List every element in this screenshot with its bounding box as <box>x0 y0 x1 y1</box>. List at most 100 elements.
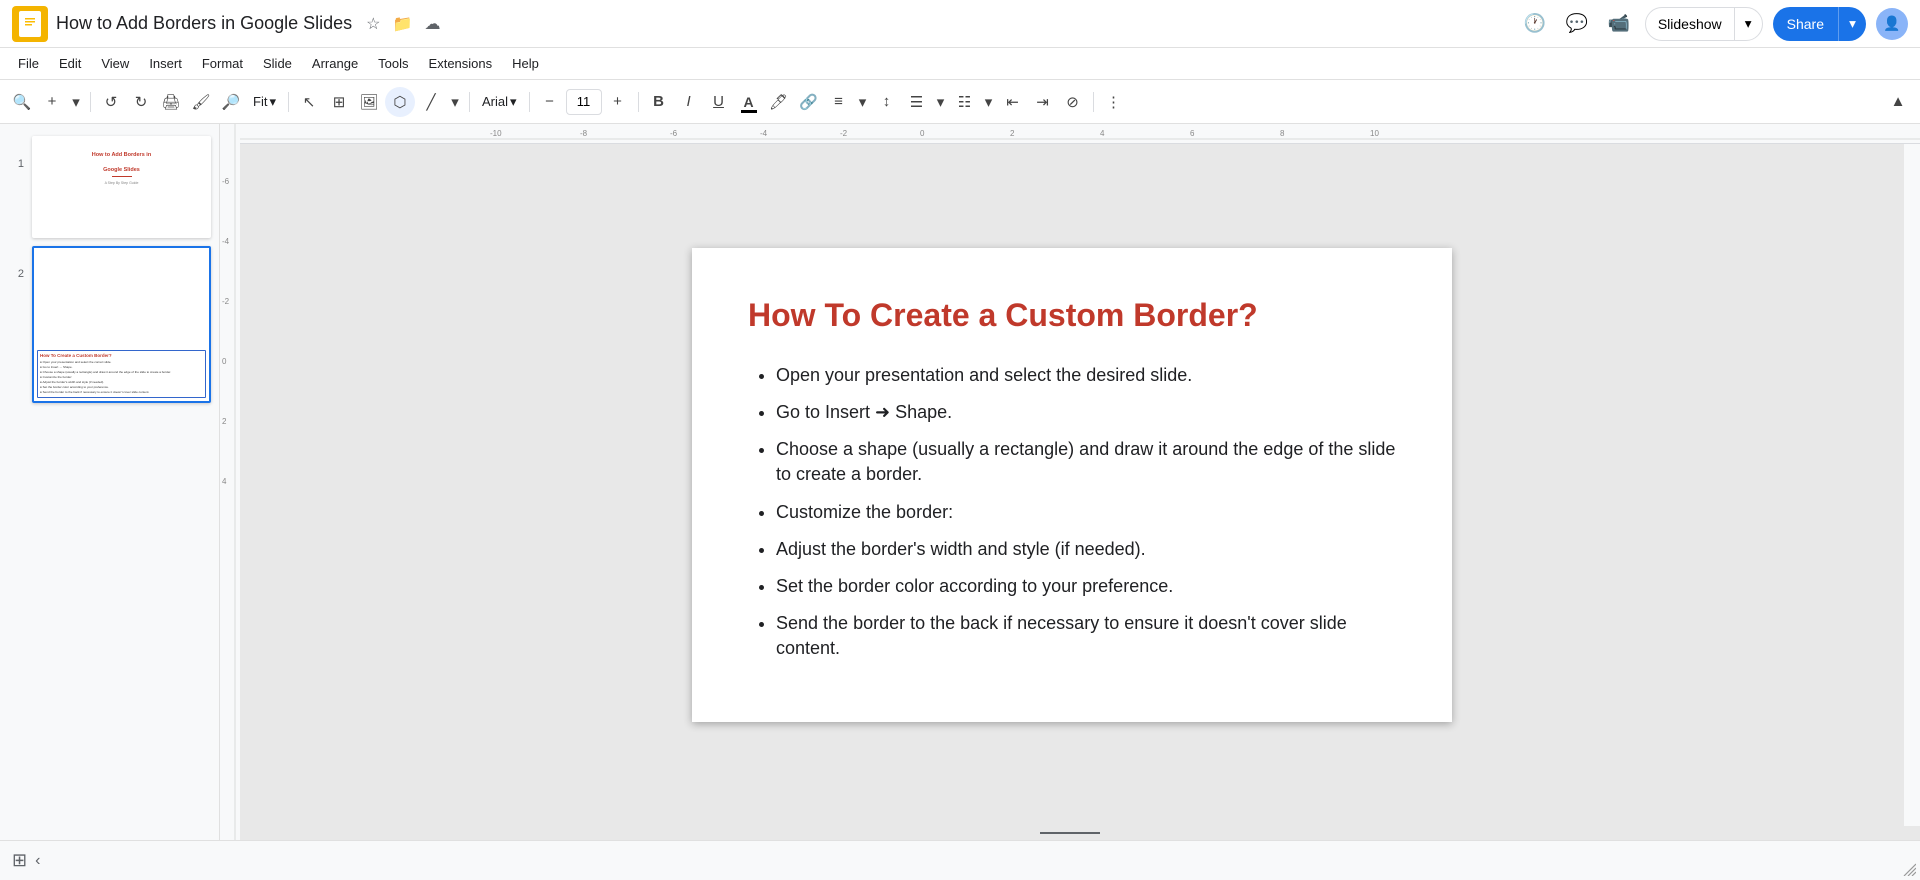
menu-file[interactable]: File <box>8 52 49 75</box>
separator-2 <box>288 92 289 112</box>
zoom-button[interactable]: 🔎 <box>217 88 245 116</box>
font-chevron: ▾ <box>510 94 517 110</box>
separator-1 <box>90 92 91 112</box>
svg-text:4: 4 <box>1100 129 1105 138</box>
text-color-button[interactable]: A <box>735 88 763 116</box>
video-button[interactable]: 📹 <box>1603 8 1635 40</box>
underline-button[interactable]: U <box>705 88 733 116</box>
paint-format-button[interactable]: 🖌 <box>187 88 215 116</box>
italic-button[interactable]: I <box>675 88 703 116</box>
line-spacing-button[interactable]: ↕ <box>873 88 901 116</box>
shape-button[interactable]: ⬡ <box>385 87 415 117</box>
app-logo-inner <box>19 11 41 37</box>
add-dropdown-button[interactable]: ▾ <box>68 88 84 116</box>
slide-canvas[interactable]: How To Create a Custom Border? Open your… <box>692 248 1452 721</box>
line-button[interactable]: ╱ <box>417 88 445 116</box>
svg-text:-4: -4 <box>760 129 768 138</box>
slideshow-button[interactable]: Slideshow <box>1646 10 1734 38</box>
menu-view[interactable]: View <box>91 52 139 75</box>
svg-text:-6: -6 <box>222 177 230 186</box>
highlight-button[interactable]: 🖊 <box>765 88 793 116</box>
bold-button[interactable]: B <box>645 88 673 116</box>
comments-button[interactable]: 💬 <box>1561 8 1593 40</box>
svg-text:0: 0 <box>920 129 925 138</box>
move-button[interactable]: ⊞ <box>325 88 353 116</box>
bullet-item-2: Go to Insert ➜ Shape. <box>776 400 1396 425</box>
canvas-container[interactable]: How To Create a Custom Border? Open your… <box>240 144 1904 826</box>
numbered-dropdown[interactable]: ▾ <box>981 88 997 116</box>
cloud-icon[interactable]: ☁ <box>424 14 440 34</box>
chevron-left-icon[interactable]: ‹ <box>35 852 40 870</box>
main-area: 1 How to Add Borders in Google Slides A … <box>0 124 1920 840</box>
svg-text:-8: -8 <box>580 129 588 138</box>
svg-text:2: 2 <box>1010 129 1015 138</box>
font-size-increase-button[interactable]: + <box>604 88 632 116</box>
collapse-toolbar-button[interactable]: ▲ <box>1884 88 1912 116</box>
menu-tools[interactable]: Tools <box>368 52 418 75</box>
svg-text:-10: -10 <box>490 129 502 138</box>
zoom-label: Fit <box>253 94 267 109</box>
star-icon[interactable]: ☆ <box>366 14 380 34</box>
menu-arrange[interactable]: Arrange <box>302 52 368 75</box>
canvas-area: -10 -8 -6 -4 -2 0 2 4 6 8 10 -6 -4 <box>220 124 1920 840</box>
menu-insert[interactable]: Insert <box>139 52 192 75</box>
menu-slide[interactable]: Slide <box>253 52 302 75</box>
slideshow-container: Slideshow ▾ <box>1645 7 1763 41</box>
image-button[interactable]: 🖼 <box>355 88 383 116</box>
link-button[interactable]: 🔗 <box>795 88 823 116</box>
search-button[interactable]: 🔍 <box>8 88 36 116</box>
more-toolbar-button[interactable]: ⋮ <box>1100 88 1128 116</box>
add-button[interactable]: + <box>38 88 66 116</box>
font-dropdown[interactable]: Arial ▾ <box>476 88 523 116</box>
grid-icon[interactable]: ⊞ <box>12 850 27 871</box>
folder-icon[interactable]: 📁 <box>393 14 413 34</box>
align-button[interactable]: ≡ <box>825 88 853 116</box>
print-button[interactable]: 🖨 <box>157 88 185 116</box>
menu-extensions[interactable]: Extensions <box>419 52 503 75</box>
format-clear-button[interactable]: ⊘ <box>1059 88 1087 116</box>
menu-bar: File Edit View Insert Format Slide Arran… <box>0 48 1920 80</box>
separator-6 <box>1093 92 1094 112</box>
separator-5 <box>638 92 639 112</box>
svg-text:10: 10 <box>1370 129 1379 138</box>
bullet-dropdown[interactable]: ▾ <box>933 88 949 116</box>
avatar[interactable]: 👤 <box>1876 8 1908 40</box>
numbered-list-button[interactable]: ☷ <box>951 88 979 116</box>
menu-help[interactable]: Help <box>502 52 549 75</box>
line-dropdown[interactable]: ▾ <box>447 88 463 116</box>
menu-edit[interactable]: Edit <box>49 52 91 75</box>
bottom-bar: ⊞ ‹ <box>0 840 1920 880</box>
history-button[interactable]: 🕐 <box>1519 8 1551 40</box>
bullet-item-6: Set the border color according to your p… <box>776 574 1396 599</box>
indent-left-button[interactable]: ⇤ <box>999 88 1027 116</box>
thumb1-title-line2: Google Slides <box>40 167 203 174</box>
menu-format[interactable]: Format <box>192 52 253 75</box>
app-logo <box>12 6 48 42</box>
font-size-display: 11 <box>566 89 602 115</box>
bullet-item-5: Adjust the border's width and style (if … <box>776 537 1396 562</box>
share-main-button[interactable]: Share <box>1773 7 1838 41</box>
indent-right-button[interactable]: ⇥ <box>1029 88 1057 116</box>
font-size-decrease-button[interactable]: − <box>536 88 564 116</box>
share-dropdown-button[interactable]: ▾ <box>1838 7 1866 41</box>
zoom-chevron: ▾ <box>269 94 276 110</box>
canvas-wrapper: -6 -4 -2 0 2 4 How To Create a Custom Bo… <box>220 144 1920 826</box>
svg-text:0: 0 <box>222 357 227 366</box>
slide-thumb-2[interactable]: How To Create a Custom Border? ● Open yo… <box>32 246 211 402</box>
bullet-list-button[interactable]: ☰ <box>903 88 931 116</box>
select-button[interactable]: ↖ <box>295 88 323 116</box>
redo-button[interactable]: ↻ <box>127 88 155 116</box>
separator-3 <box>469 92 470 112</box>
font-label: Arial <box>482 94 508 109</box>
slideshow-dropdown-button[interactable]: ▾ <box>1734 8 1762 40</box>
svg-text:-2: -2 <box>222 297 230 306</box>
slide-thumb-row-1[interactable]: 1 How to Add Borders in Google Slides A … <box>0 132 219 242</box>
undo-button[interactable]: ↺ <box>97 88 125 116</box>
zoom-dropdown[interactable]: Fit ▾ <box>247 88 282 116</box>
slide-thumb-1[interactable]: How to Add Borders in Google Slides A St… <box>32 136 211 238</box>
bullet-item-4: Customize the border: <box>776 500 1396 525</box>
ruler-top: -10 -8 -6 -4 -2 0 2 4 6 8 10 <box>220 124 1920 144</box>
thumb1-title-line1: How to Add Borders in <box>40 152 203 159</box>
align-dropdown[interactable]: ▾ <box>855 88 871 116</box>
slide-thumb-row-2[interactable]: 2 How To Create a Custom Border? ● Open … <box>0 242 219 406</box>
